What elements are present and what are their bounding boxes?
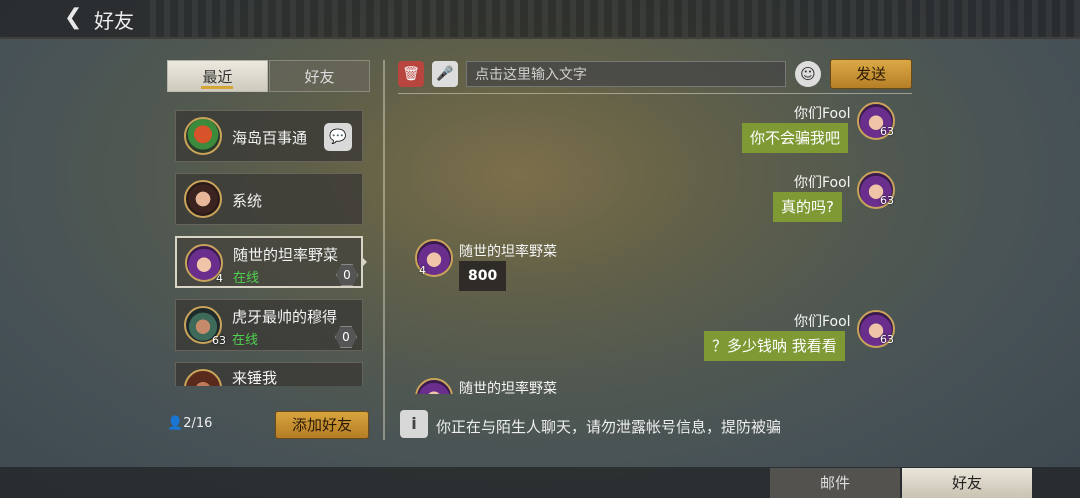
message-bubble: 你不会骗我吧 [742,123,849,153]
panel-divider [383,60,385,440]
online-status: 在线 [233,271,260,286]
speech-bubble-icon[interactable]: 💬 [324,123,352,151]
level-badge: 63 [880,333,894,346]
unread-count: 0 [335,326,357,348]
chat-input[interactable] [466,61,786,87]
selection-arrow-icon [361,256,367,268]
add-friend-button[interactable]: 添加好友 [275,411,369,439]
friend-name: 来锤我 [232,369,278,386]
friend-count: 👤2/16 [167,416,213,431]
message-sender: 你们Fool [794,175,851,191]
message-row-clipped: 随世的坦率野菜 [400,376,912,394]
list-item[interactable]: 来锤我 [175,362,363,386]
level-badge: 63 [880,125,894,138]
message-sender: 你们Fool [794,314,851,330]
send-button[interactable]: 发送 [830,59,912,89]
avatar[interactable] [415,378,453,394]
message-sender: 你们Fool [794,106,851,122]
friend-name: 系统 [232,192,263,210]
emoji-icon[interactable]: ☺ [795,61,821,87]
message-bubble: 真的吗? [773,192,842,222]
trash-icon[interactable]: 🗑 [398,61,424,87]
tab-active-indicator [201,86,233,89]
level-badge: 4 [216,272,223,285]
avatar [184,117,222,155]
tab-friends-bottom[interactable]: 好友 [902,468,1032,498]
message-sender: 随世的坦率野菜 [459,244,557,260]
header-pattern [150,0,1080,37]
level-badge: 63 [212,334,226,347]
list-item-selected[interactable]: 4 随世的坦率野菜 在线 0 [175,236,367,288]
online-status: 在线 [232,333,259,348]
page-title: 好友 [94,9,134,33]
list-item[interactable]: 系统 [175,173,363,225]
tab-friends[interactable]: 好友 [269,60,370,92]
chat-separator [398,93,912,94]
avatar [184,180,222,218]
message-sender: 随世的坦率野菜 [459,381,557,394]
tab-mail[interactable]: 邮件 [770,468,900,498]
friend-name: 虎牙最帅的穆得 [232,308,338,326]
message-bubble: 800 [459,261,507,291]
list-item[interactable]: 63 虎牙最帅的穆得 在线 0 [175,299,363,351]
message-bubble: ？多少钱呐 我看看 [704,331,845,361]
back-arrow-icon[interactable]: ❮ [64,6,88,30]
friend-name: 海岛百事通 [232,129,308,147]
safety-notice: 你正在与陌生人聊天，请勿泄露帐号信息，提防被骗 [436,418,782,436]
avatar [184,369,222,386]
list-item[interactable]: 海岛百事通 💬 [175,110,363,162]
microphone-icon[interactable]: 🎤 [432,61,458,87]
friend-name: 随世的坦率野菜 [233,246,339,264]
level-badge: 4 [419,264,426,277]
person-icon: 👤 [167,416,184,431]
level-badge: 63 [880,194,894,207]
info-icon: i [400,410,428,438]
unread-count: 0 [336,264,358,286]
